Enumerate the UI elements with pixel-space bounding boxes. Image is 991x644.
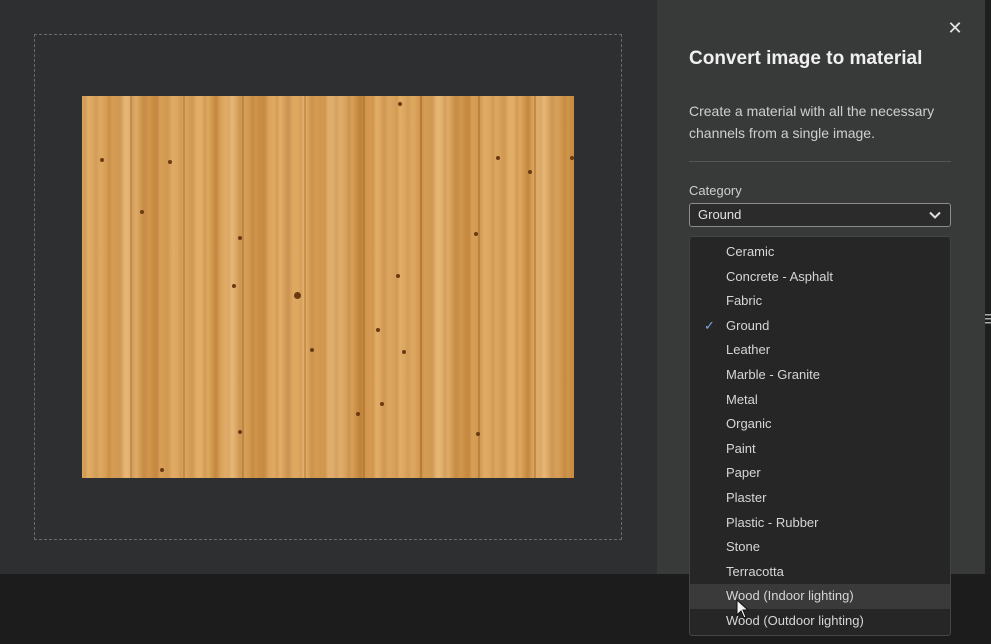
dialog-title: Convert image to material <box>689 48 923 69</box>
close-icon: ✕ <box>947 18 963 38</box>
category-option-label: Organic <box>726 416 772 432</box>
category-option[interactable]: Stone <box>690 535 950 560</box>
category-option-label: Marble - Granite <box>726 366 820 382</box>
mouse-cursor-icon <box>736 599 750 619</box>
category-option[interactable]: Plaster <box>690 486 950 511</box>
category-option[interactable]: Concrete - Asphalt <box>690 265 950 290</box>
category-option-label: Plastic - Rubber <box>726 514 819 530</box>
category-option-label: Paint <box>726 440 756 456</box>
category-option[interactable]: Leather <box>690 338 950 363</box>
category-option[interactable]: Terracotta <box>690 560 950 585</box>
chevron-down-icon <box>929 211 941 219</box>
category-option[interactable]: Paper <box>690 461 950 486</box>
close-button[interactable]: ✕ <box>945 18 965 38</box>
category-option-label: Metal <box>726 391 758 407</box>
category-option[interactable]: Wood (Indoor lighting) <box>690 584 950 609</box>
category-option-label: Fabric <box>726 293 763 309</box>
category-option-label: Plaster <box>726 489 767 505</box>
category-option[interactable]: Paint <box>690 437 950 462</box>
category-option-label: Stone <box>726 539 760 555</box>
category-option[interactable]: Marble - Granite <box>690 363 950 388</box>
wood-texture-image <box>82 96 574 478</box>
category-option[interactable]: Ceramic <box>690 240 950 265</box>
dialog-description: Create a material with all the necessary… <box>689 103 935 141</box>
divider <box>689 161 951 162</box>
category-label: Category <box>689 183 742 198</box>
category-option[interactable]: Plastic - Rubber <box>690 511 950 536</box>
category-option[interactable]: Fabric <box>690 289 950 314</box>
category-option[interactable]: ✓ Ground <box>690 314 950 339</box>
category-option[interactable]: Metal <box>690 388 950 413</box>
category-select[interactable]: Ground <box>689 203 951 227</box>
category-option-label: Concrete - Asphalt <box>726 268 833 284</box>
category-option-label: Ceramic <box>726 244 775 259</box>
checkmark-icon: ✓ <box>704 317 715 333</box>
image-preview-area <box>0 0 657 574</box>
category-option-label: Terracotta <box>726 563 784 579</box>
category-option-label: Leather <box>726 342 771 358</box>
category-option[interactable]: Wood (Outdoor lighting) <box>690 609 950 634</box>
category-option[interactable]: Organic <box>690 412 950 437</box>
category-option-label: Ground <box>726 317 770 333</box>
category-selected-value: Ground <box>698 207 742 222</box>
category-dropdown-list: Ceramic Concrete - Asphalt Fabric ✓ Ground Le… <box>689 236 951 636</box>
resize-handle-icon[interactable] <box>985 312 991 326</box>
category-option-label: Paper <box>726 465 761 481</box>
